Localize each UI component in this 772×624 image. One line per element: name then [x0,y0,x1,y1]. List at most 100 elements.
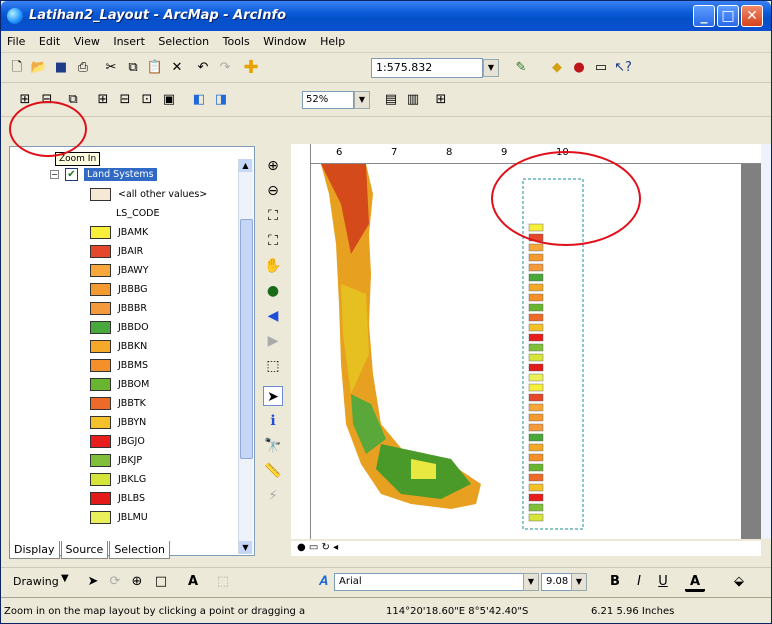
select-features-icon[interactable]: ⬚ [263,356,283,376]
measure-icon[interactable]: 📏 [263,461,283,481]
paste-icon[interactable]: 📋 [145,58,165,78]
forward-extent-icon[interactable]: ◨ [211,90,231,110]
close-button[interactable]: ✕ [741,5,763,27]
italic-icon[interactable]: I [629,572,649,592]
find-icon[interactable]: 🔭 [263,436,283,456]
fixed-zoom-in-icon[interactable]: ⊞ [93,90,113,110]
bold-icon[interactable]: B [605,572,625,592]
zoom-to-selected-icon[interactable]: ⊕ [127,572,147,592]
scroll-thumb[interactable] [240,219,253,459]
map-scale-input[interactable]: 1:575.832 [371,58,483,78]
hyperlink-icon[interactable]: ⚡ [263,486,283,506]
maximize-button[interactable]: □ [717,5,739,27]
minimize-button[interactable]: _ [693,5,715,27]
menu-edit[interactable]: Edit [33,31,64,48]
chevron-down-icon[interactable]: ▼ [523,573,539,591]
scroll-up-icon[interactable]: ▲ [239,159,252,172]
new-line-icon[interactable]: ⬚ [213,572,233,592]
legend-bar-swatch [528,353,544,362]
editor-icon[interactable]: ✎ [511,58,531,78]
menu-file[interactable]: File [1,31,29,48]
select-elements-icon[interactable]: ➤ [263,386,283,406]
zoom-percent-input[interactable]: 52% [302,91,354,109]
select-elements-icon[interactable]: ➤ [83,572,103,592]
fixed-zoom-out-icon[interactable]: ⊟ [115,90,135,110]
ruler-left [291,144,311,539]
legend-label: JBAMK [118,227,149,238]
font-name-input[interactable]: Arial [334,573,534,591]
legend-swatch [90,226,111,239]
layer-name[interactable]: Land Systems [84,168,157,181]
legend-label: JBBBG [118,284,148,295]
layer-visibility-checkbox[interactable]: ✔ [65,168,78,181]
legend-label: JBBDO [118,322,149,333]
print-icon[interactable]: ⎙ [73,58,93,78]
open-icon[interactable]: 📂 [29,58,49,78]
layout-vscroll[interactable] [761,144,771,539]
menu-help[interactable]: Help [314,31,349,48]
add-data-icon[interactable]: ✚ [241,58,261,78]
undo-icon[interactable]: ↶ [193,58,213,78]
data-view-icon[interactable]: ● ▭ ↻ ◂ [297,542,338,553]
font-color-icon[interactable]: A [685,572,705,592]
arctoolbox-icon[interactable]: ◆ [547,58,567,78]
change-layout-icon[interactable]: ⊞ [431,90,451,110]
copy-icon[interactable]: ⧉ [123,58,143,78]
chevron-down-icon[interactable]: ▼ [354,91,370,109]
fixed-zoom-in-icon[interactable]: ⛶ [263,206,283,226]
back-icon[interactable]: ◀ [263,306,283,326]
fixed-zoom-out-icon[interactable]: ⛶ [263,231,283,251]
fill-color-icon[interactable]: ⬙ [729,572,749,592]
legend-item: JBKJP [10,452,230,471]
menu-selection[interactable]: Selection [152,31,213,48]
full-extent-icon[interactable]: ● [263,281,283,301]
menu-view[interactable]: View [68,31,104,48]
legend-item: JBLMU [10,509,230,528]
legend-label: JBBTK [118,398,146,409]
chevron-down-icon[interactable]: ▼ [483,59,499,77]
tab-source[interactable]: Source [60,541,109,559]
tab-selection[interactable]: Selection [109,541,171,559]
underline-icon[interactable]: U [653,572,673,592]
tab-display[interactable]: Display [9,541,60,559]
legend-bar-swatch [528,483,544,492]
zoom-whole-page-icon[interactable]: ⊡ [137,90,157,110]
arccatalog-icon[interactable]: ● [569,58,589,78]
scroll-down-icon[interactable]: ▼ [239,541,252,554]
menu-bar: File Edit View Insert Selection Tools Wi… [1,31,771,53]
zoom-in-icon[interactable]: ⊕ [263,156,283,176]
cut-icon[interactable]: ✂ [101,58,121,78]
identify-icon[interactable]: ℹ [263,411,283,431]
delete-icon[interactable]: ✕ [167,58,187,78]
title-bar[interactable]: Latihan2_Layout - ArcMap - ArcInfo _ □ ✕ [1,1,771,31]
chevron-down-icon[interactable]: ▼ [571,573,587,591]
standard-toolbar: 🗋 📂 ■ ⎙ ✂ ⧉ 📋 ✕ ↶ ↷ ✚ 1:575.832 ▼ ✎ ◆ ● … [1,53,771,83]
whats-this-icon[interactable]: ↖? [613,58,633,78]
new-text-icon[interactable]: A [183,572,203,592]
chevron-down-icon[interactable]: ▼ [61,573,69,584]
new-document-icon[interactable]: 🗋 [7,58,27,78]
legend-bar-swatch [528,263,544,272]
redo-icon[interactable]: ↷ [215,58,235,78]
zoom-out-icon[interactable]: ⊖ [263,181,283,201]
zoom-100-icon[interactable]: ▣ [159,90,179,110]
menu-window[interactable]: Window [257,31,310,48]
forward-icon[interactable]: ▶ [263,331,283,351]
layer-row[interactable]: − ✔ Land Systems [10,167,230,186]
back-extent-icon[interactable]: ◧ [189,90,209,110]
menu-tools[interactable]: Tools [217,31,254,48]
legend-label: JBBBR [118,303,147,314]
rectangle-icon[interactable]: □ [151,572,171,592]
drawing-menu[interactable]: Drawing [13,575,59,588]
toc-scrollbar[interactable]: ▲ ▼ [238,159,253,554]
save-icon[interactable]: ■ [51,58,71,78]
pan-icon[interactable]: ✋ [263,256,283,276]
rotate-icon[interactable]: ⟳ [105,572,125,592]
focus-data-frame-icon[interactable]: ▥ [403,90,423,110]
command-line-icon[interactable]: ▭ [591,58,611,78]
menu-insert[interactable]: Insert [107,31,149,48]
legend-bar-swatch [528,333,544,342]
layout-hscroll[interactable]: ● ▭ ↻ ◂ [291,541,761,556]
legend-label: JBBYN [118,417,147,428]
toggle-draft-mode-icon[interactable]: ▤ [381,90,401,110]
